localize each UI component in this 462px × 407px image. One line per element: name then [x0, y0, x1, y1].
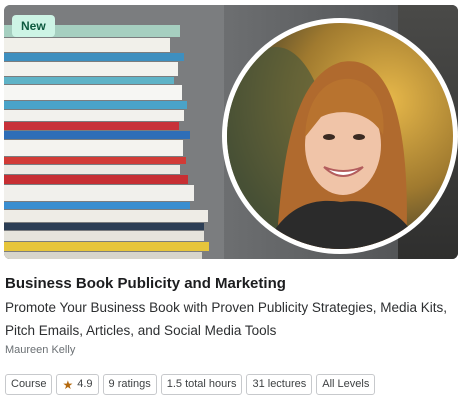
course-tags: Course ★ 4.9 9 ratings 1.5 total hours 3…: [5, 374, 376, 395]
book-stack-image: [4, 5, 224, 259]
new-badge: New: [12, 15, 55, 37]
instructor-name: Maureen Kelly: [5, 344, 76, 356]
tag-total-hours: 1.5 total hours: [160, 374, 243, 395]
star-icon: ★: [62, 377, 74, 392]
course-title[interactable]: Business Book Publicity and Marketing: [5, 275, 286, 292]
tag-ratings-count: 9 ratings: [102, 374, 157, 395]
course-card[interactable]: New Business Book Publicity and Marketin…: [0, 0, 462, 407]
instructor-portrait: [222, 18, 458, 254]
rating-value: 4.9: [77, 378, 93, 390]
tag-rating: ★ 4.9: [56, 374, 99, 395]
course-subtitle: Promote Your Business Book with Proven P…: [5, 300, 447, 338]
tag-level: All Levels: [316, 374, 376, 395]
tag-lectures: 31 lectures: [246, 374, 313, 395]
tag-course-type: Course: [5, 374, 53, 395]
